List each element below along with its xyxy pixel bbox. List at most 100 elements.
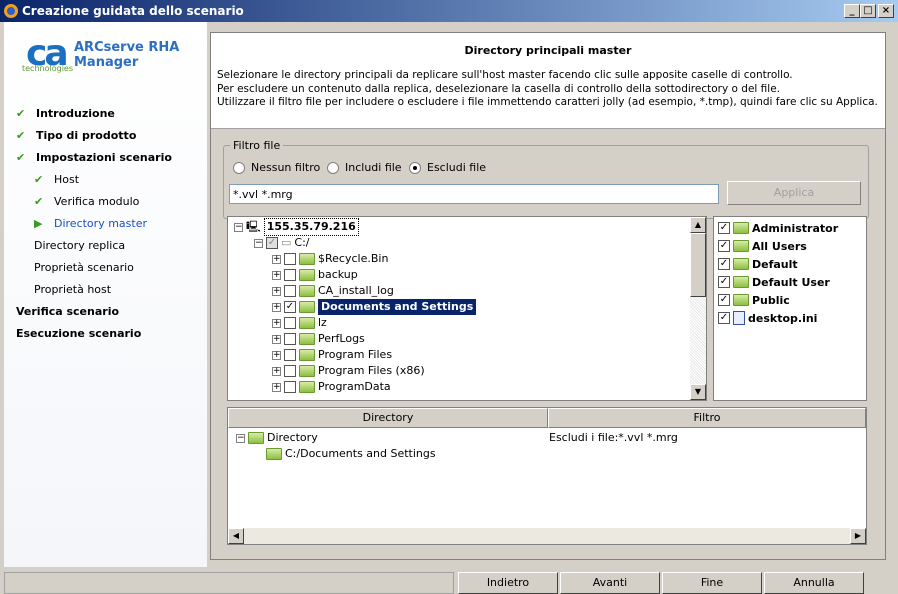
folder-icon [299, 349, 315, 361]
file-item[interactable]: ✓ Administrator [718, 219, 838, 237]
folder-checkbox[interactable] [284, 285, 296, 297]
check-icon: ✔ [16, 151, 26, 164]
product-name: ARCserve RHA Manager [74, 40, 180, 70]
drive-checkbox[interactable]: ✓ [266, 237, 278, 249]
scroll-down-button[interactable]: ▼ [690, 384, 706, 400]
steps-panel: ca technologies ARCserve RHA Manager ✔ In… [4, 22, 207, 567]
minimize-button[interactable]: _ [844, 4, 860, 18]
file-checkbox[interactable]: ✓ [718, 276, 730, 288]
file-checkbox[interactable]: ✓ [718, 312, 730, 324]
filter-legend: Filtro file [233, 139, 281, 152]
filter-input[interactable] [229, 184, 719, 204]
instruction-line: Per escludere un contenuto dalla replica… [217, 82, 781, 95]
file-item[interactable]: ✓ Default [718, 255, 798, 273]
app-icon [4, 4, 18, 18]
scroll-up-button[interactable]: ▲ [690, 217, 706, 233]
tree-folder[interactable]: + Program Files [272, 347, 392, 363]
tree-drive[interactable]: − ✓ ▭ C:/ [254, 235, 310, 251]
file-item[interactable]: ✓ desktop.ini [718, 309, 817, 327]
cancel-button[interactable]: Annulla [764, 572, 864, 594]
apply-button[interactable]: Applica [727, 181, 861, 205]
folder-checkbox[interactable] [284, 253, 296, 265]
folder-icon [733, 258, 749, 270]
step-item: Proprietà host [34, 283, 112, 296]
folder-icon [299, 365, 315, 377]
folder-icon [299, 285, 315, 297]
close-button[interactable]: × [878, 4, 894, 18]
scroll-thumb[interactable] [690, 233, 706, 297]
folder-checkbox[interactable] [284, 381, 296, 393]
file-item[interactable]: ✓ Public [718, 291, 790, 309]
folder-icon [299, 317, 315, 329]
instruction-line: Utilizzare il filtro file per includere … [217, 96, 878, 108]
logo-subtitle: technologies [22, 64, 73, 73]
tree-scrollbar[interactable]: ▲ ▼ [690, 217, 706, 400]
folder-checkbox[interactable] [284, 349, 296, 361]
page-title: Directory principali master [464, 44, 632, 57]
table-row[interactable]: − Directory [236, 430, 318, 446]
tree-folder[interactable]: + PerfLogs [272, 331, 365, 347]
file-checkbox[interactable]: ✓ [718, 222, 730, 234]
folder-icon [299, 301, 315, 313]
check-icon: ✔ [16, 129, 26, 142]
filter-cell: Escludi i file:*.vvl *.mrg [549, 431, 678, 444]
column-header-directory[interactable]: Directory [228, 408, 548, 428]
folder-icon [733, 222, 749, 234]
file-item[interactable]: ✓ Default User [718, 273, 830, 291]
maximize-button[interactable]: □ [860, 4, 876, 18]
file-filter-group: Filtro file [223, 139, 869, 219]
folder-checkbox[interactable] [284, 365, 296, 377]
folder-checkbox[interactable] [284, 317, 296, 329]
step-item: ✔ Verifica modulo [34, 195, 140, 208]
back-button[interactable]: Indietro [458, 572, 558, 594]
check-icon: ✔ [16, 107, 26, 120]
folder-checkbox[interactable] [284, 333, 296, 345]
page-header: Directory principali master Selezionare … [211, 33, 885, 129]
tree-folder[interactable]: + lz [272, 315, 327, 331]
main-panel: Directory principali master Selezionare … [210, 32, 886, 560]
folder-icon [299, 381, 315, 393]
tree-folder[interactable]: + ✓ Documents and Settings [272, 299, 477, 315]
folder-checkbox[interactable]: ✓ [284, 301, 296, 313]
status-bar [4, 572, 454, 594]
step-item: ✔ Impostazioni scenario [16, 151, 172, 164]
file-checkbox[interactable]: ✓ [718, 240, 730, 252]
folder-checkbox[interactable] [284, 269, 296, 281]
tree-folder[interactable]: + ProgramData [272, 379, 391, 395]
step-item: Esecuzione scenario [16, 327, 142, 340]
check-icon: ✔ [34, 173, 44, 186]
file-checkbox[interactable]: ✓ [718, 258, 730, 270]
step-item: Proprietà scenario [34, 261, 134, 274]
table-row[interactable]: C:/Documents and Settings [266, 446, 436, 462]
file-checkbox[interactable]: ✓ [718, 294, 730, 306]
computer-icon: 🖳 [246, 220, 261, 233]
radio-include-files[interactable]: Includi file [327, 161, 402, 174]
step-item: ✔ Introduzione [16, 107, 115, 120]
folder-icon [733, 294, 749, 306]
directory-tree: − 🖳 155.35.79.216 − ✓ ▭ C:/ + $Recycle.Bin + bac… [227, 216, 707, 401]
arrow-icon: ▶ [34, 217, 43, 230]
radio-no-filter[interactable]: Nessun filtro [233, 161, 320, 174]
tree-host[interactable]: − 🖳 155.35.79.216 [234, 218, 359, 236]
tree-folder[interactable]: + Program Files (x86) [272, 363, 425, 379]
folder-icon [733, 240, 749, 252]
tree-folder[interactable]: + CA_install_log [272, 283, 394, 299]
instructions: Selezionare le directory principali da r… [217, 69, 878, 110]
tree-folder[interactable]: + backup [272, 267, 358, 283]
next-button[interactable]: Avanti [560, 572, 660, 594]
folder-icon [248, 432, 264, 444]
file-item[interactable]: ✓ All Users [718, 237, 807, 255]
step-item: Directory replica [34, 239, 126, 252]
footer: Indietro Avanti Fine Annulla [4, 572, 894, 594]
title-bar: Creazione guidata dello scenario [0, 0, 898, 22]
column-header-filter[interactable]: Filtro [548, 408, 866, 428]
step-item: ▶ Directory master [34, 217, 147, 230]
finish-button[interactable]: Fine [662, 572, 762, 594]
radio-exclude-files[interactable]: Escludi file [409, 161, 486, 174]
table-hscrollbar[interactable]: ◀ ▶ [228, 528, 866, 544]
file-icon [733, 311, 745, 325]
tree-folder[interactable]: + $Recycle.Bin [272, 251, 388, 267]
folder-icon [733, 276, 749, 288]
folder-icon [299, 333, 315, 345]
instruction-line: Selezionare le directory principali da r… [217, 69, 793, 81]
